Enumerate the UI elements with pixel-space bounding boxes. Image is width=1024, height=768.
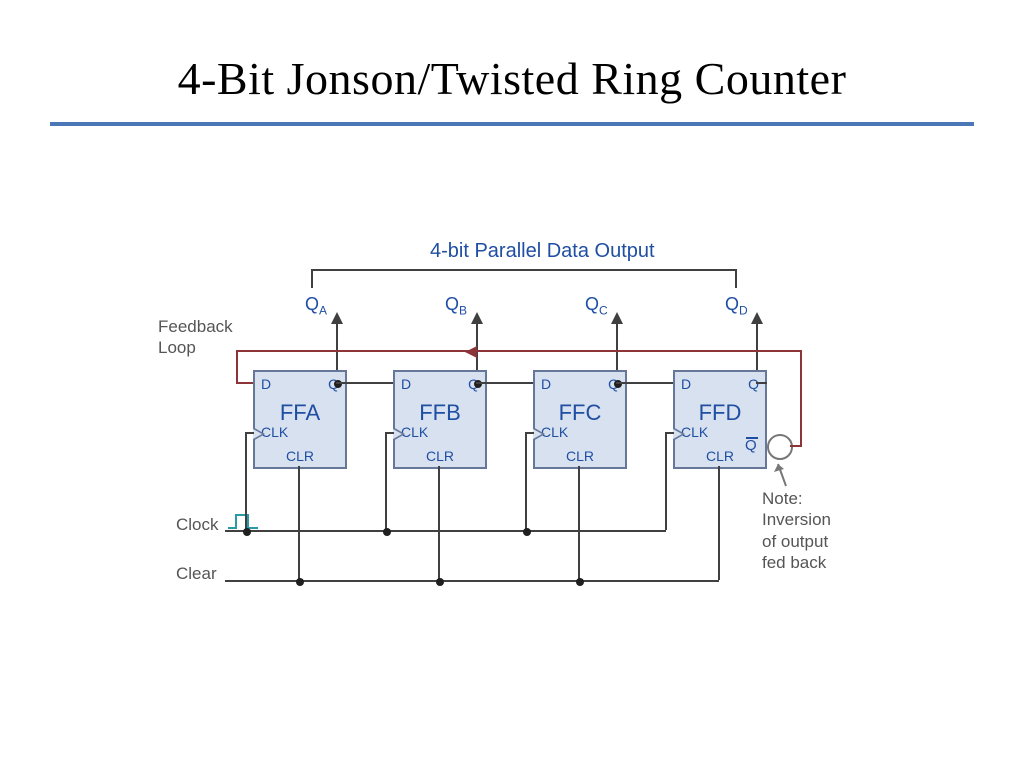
parallel-output-label: 4-bit Parallel Data Output — [430, 240, 655, 263]
ffc-clr-pin: CLR — [535, 448, 625, 464]
ffd-name: FFD — [675, 400, 765, 426]
clk-c-wire — [525, 432, 527, 530]
qa-label: QA — [305, 294, 327, 318]
ffd-qbar-bubble-icon — [767, 434, 793, 460]
ffd-qbar-label: Q — [745, 437, 757, 454]
feedback-label: Feedback Loop — [158, 316, 233, 359]
ffd-q-pin: Q — [748, 376, 759, 392]
q-b-to-d-c-wire — [485, 382, 533, 384]
feedback-wire-right-v — [800, 350, 802, 447]
clr-b-node — [436, 578, 444, 586]
ffc-clk-pin: CLK — [541, 424, 568, 440]
ffa-clr-pin: CLR — [255, 448, 345, 464]
ffa-d-pin: D — [261, 376, 271, 392]
clk-a-wire — [245, 432, 247, 530]
feedback-wire-left-v — [236, 350, 238, 382]
qb-label: QB — [445, 294, 467, 318]
ffa-clk-pin: CLK — [261, 424, 288, 440]
clr-c-node — [576, 578, 584, 586]
clk-b-wire — [385, 432, 387, 530]
qd-arrow-icon — [751, 312, 763, 324]
feedback-wire-into-d — [236, 382, 254, 384]
clr-c-wire — [578, 466, 580, 580]
q-c-to-d-d-wire — [625, 382, 673, 384]
clk-a-node — [243, 528, 251, 536]
feedback-stub-from-qbar — [790, 445, 802, 447]
ffb-d-pin: D — [401, 376, 411, 392]
clear-label: Clear — [176, 563, 217, 584]
ffc-d-pin: D — [541, 376, 551, 392]
ffc-block: D Q FFC CLK CLR — [533, 370, 627, 469]
ffa-name: FFA — [255, 400, 345, 426]
qd-label: QD — [725, 294, 748, 318]
note-pointer-icon — [772, 460, 792, 490]
clr-a-wire — [298, 466, 300, 580]
ffd-clk-pin: CLK — [681, 424, 708, 440]
qb-arrow-icon — [471, 312, 483, 324]
title-rule — [50, 122, 974, 126]
ffd-qbar-overline-icon — [746, 437, 758, 439]
qc-arrow-icon — [611, 312, 623, 324]
ffb-clk-pin: CLK — [401, 424, 428, 440]
clr-b-wire — [438, 466, 440, 580]
note-label: Note: Inversion of output fed back — [762, 488, 831, 573]
clk-c-node — [523, 528, 531, 536]
clock-label: Clock — [176, 514, 219, 535]
slide: 4-Bit Jonson/Twisted Ring Counter 4-bit … — [0, 0, 1024, 768]
q-a-to-d-b-wire — [345, 382, 393, 384]
feedback-wire-top-h — [236, 350, 802, 352]
ffc-name: FFC — [535, 400, 625, 426]
ffb-name: FFB — [395, 400, 485, 426]
ffd-block: D Q FFD CLK CLR — [673, 370, 767, 469]
clr-d-wire — [718, 466, 720, 580]
ffb-clr-pin: CLR — [395, 448, 485, 464]
slide-title: 4-Bit Jonson/Twisted Ring Counter — [50, 52, 974, 105]
feedback-arrow-icon — [465, 346, 477, 358]
clk-b-node — [383, 528, 391, 536]
output-bracket — [310, 268, 740, 290]
qc-label: QC — [585, 294, 608, 318]
clr-a-node — [296, 578, 304, 586]
clock-bus — [225, 530, 666, 532]
ffa-block: D Q FFA CLK CLR — [253, 370, 347, 469]
ffb-block: D Q FFB CLK CLR — [393, 370, 487, 469]
clk-d-wire — [665, 432, 667, 530]
qa-arrow-icon — [331, 312, 343, 324]
ffd-d-pin: D — [681, 376, 691, 392]
